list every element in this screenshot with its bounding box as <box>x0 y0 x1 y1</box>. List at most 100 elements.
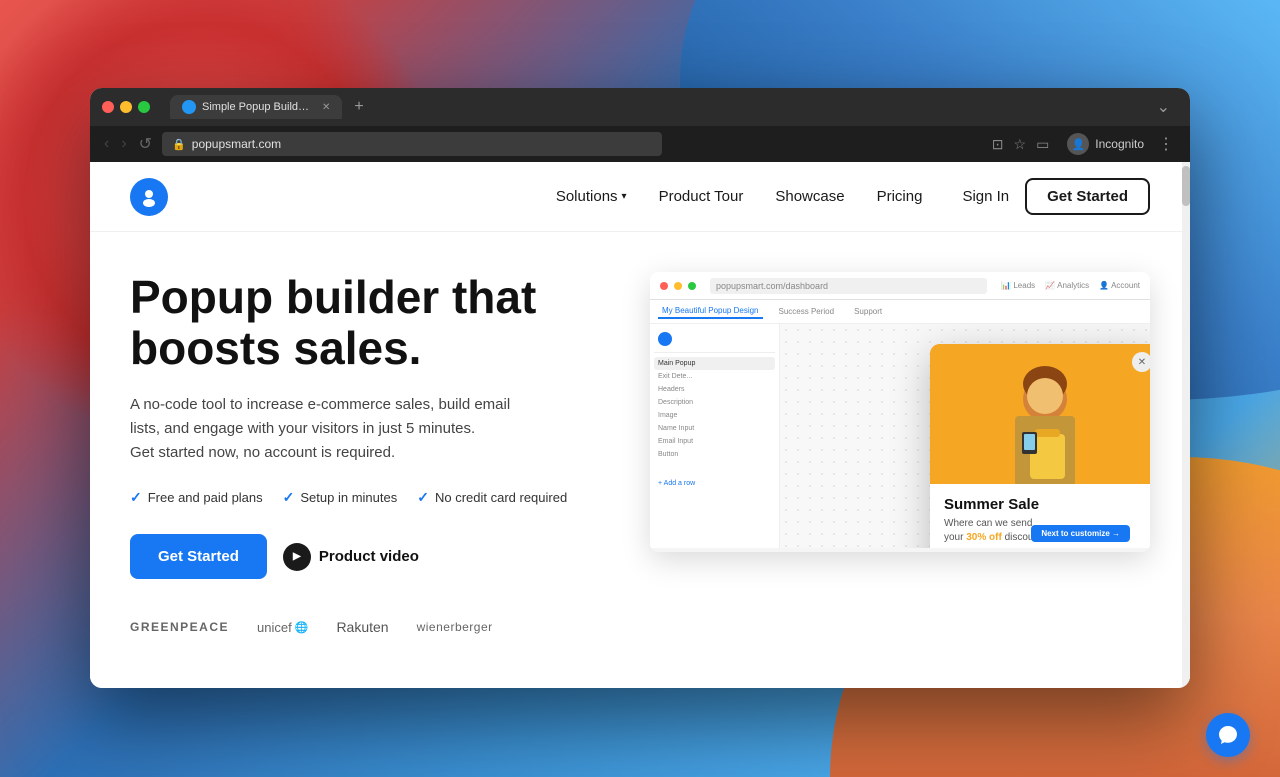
mockup-next-button[interactable]: Next to customize → <box>1031 525 1130 542</box>
incognito-label: Incognito <box>1095 137 1144 151</box>
close-dot[interactable] <box>102 101 114 113</box>
unicef-icon: 🌐 <box>295 621 309 634</box>
sign-in-button[interactable]: Sign In <box>962 188 1009 205</box>
mockup-sidebar-item-1[interactable]: Main Popup <box>654 357 775 370</box>
rakuten-logo: Rakuten <box>336 619 388 635</box>
incognito-area: 👤 Incognito <box>1067 133 1144 155</box>
get-started-nav-button[interactable]: Get Started <box>1025 178 1150 215</box>
new-tab-button[interactable]: + <box>346 96 371 118</box>
tab-title: Simple Popup Builder That Bo... <box>202 101 312 113</box>
mockup-sidebar-item-email[interactable]: Email Input <box>654 435 775 448</box>
mockup-tab-1[interactable]: My Beautiful Popup Design <box>658 304 763 319</box>
mockup-add-row[interactable]: + Add a row <box>654 469 775 493</box>
toolbar-icons: ⊡ ☆ ▭ 👤 Incognito ⋮ <box>992 133 1178 155</box>
hero-section: Popup builder that boosts sales. A no-co… <box>90 232 1190 655</box>
mockup-analytics-tab: 📈 Analytics <box>1045 281 1089 290</box>
window-icon[interactable]: ▭ <box>1036 136 1049 153</box>
mockup-topbar: popupsmart.com/dashboard 📊 Leads 📈 Analy… <box>650 272 1150 300</box>
address-bar-row: ‹ › ↺ 🔒 popupsmart.com ⊡ ☆ ▭ 👤 Incognito… <box>90 126 1190 162</box>
product-mockup: popupsmart.com/dashboard 📊 Leads 📈 Analy… <box>650 272 1150 552</box>
tab-list: Simple Popup Builder That Bo... ✕ + <box>170 95 1149 119</box>
logo[interactable] <box>130 178 168 216</box>
mockup-sidebar-item-image[interactable]: Image <box>654 409 775 422</box>
cast-icon: ⊡ <box>992 136 1004 153</box>
hero-title: Popup builder that boosts sales. <box>130 272 610 373</box>
mockup-minimize-dot <box>674 282 682 290</box>
mockup-account-tab: 👤 Account <box>1099 281 1140 290</box>
reload-button[interactable]: ↺ <box>137 132 154 156</box>
mockup-logo-area <box>654 330 775 353</box>
minimize-dot[interactable] <box>120 101 132 113</box>
unicef-logo: unicef 🌐 <box>257 620 308 635</box>
checkmark-icon-2: ✓ <box>283 489 295 506</box>
chevron-down-icon: ▾ <box>622 191 627 202</box>
mockup-sidebar-item-button[interactable]: Button <box>654 448 775 461</box>
brand-logos: GREENPEACE unicef 🌐 Rakuten wienerberger <box>130 619 610 635</box>
mockup-sidebar: Main Popup Exit Dete... Headers Descript… <box>650 324 780 548</box>
mockup-tabs: My Beautiful Popup Design Success Period… <box>650 300 1150 324</box>
browser-tab-bar: Simple Popup Builder That Bo... ✕ + ⌄ <box>90 88 1190 126</box>
check-item-1: ✓ Free and paid plans <box>130 489 263 506</box>
mockup-canvas: ✕ <box>780 324 1150 548</box>
hero-left: Popup builder that boosts sales. A no-co… <box>130 272 610 635</box>
checkmark-icon-3: ✓ <box>417 489 429 506</box>
solutions-nav-link[interactable]: Solutions ▾ <box>556 188 627 205</box>
mockup-sidebar-item-headers[interactable]: Headers <box>654 383 775 396</box>
popup-preview: ✕ <box>930 344 1150 548</box>
check-item-2: ✓ Setup in minutes <box>283 489 398 506</box>
pricing-nav-link[interactable]: Pricing <box>877 188 923 205</box>
back-button[interactable]: ‹ <box>102 133 111 155</box>
url-text: popupsmart.com <box>192 137 281 151</box>
checkmark-icon-1: ✓ <box>130 489 142 506</box>
mockup-sidebar-item-name[interactable]: Name Input <box>654 422 775 435</box>
wienerberger-logo: wienerberger <box>417 620 493 634</box>
hero-ctas: Get Started ▶ Product video <box>130 534 610 579</box>
mockup-tab-3[interactable]: Support <box>850 305 886 318</box>
nav-links: Solutions ▾ Product Tour Showcase Pricin… <box>556 188 923 205</box>
mockup-sidebar-item-exit[interactable]: Exit Dete... <box>654 370 775 383</box>
navbar: Solutions ▾ Product Tour Showcase Pricin… <box>90 162 1190 232</box>
popup-close-icon[interactable]: ✕ <box>1132 352 1150 372</box>
hero-checks: ✓ Free and paid plans ✓ Setup in minutes… <box>130 489 610 506</box>
traffic-lights <box>102 101 150 113</box>
popup-image <box>930 344 1150 484</box>
address-bar[interactable]: 🔒 popupsmart.com <box>162 132 662 156</box>
forward-button[interactable]: › <box>119 133 128 155</box>
browser-window: Simple Popup Builder That Bo... ✕ + ⌄ ‹ … <box>90 88 1190 688</box>
mockup-leads-tab: 📊 Leads <box>1001 281 1035 290</box>
mockup-logo-dot <box>658 332 672 346</box>
maximize-dot[interactable] <box>138 101 150 113</box>
check-item-3: ✓ No credit card required <box>417 489 567 506</box>
mockup-tab-2[interactable]: Success Period <box>775 305 839 318</box>
nav-actions: Sign In Get Started <box>962 178 1150 215</box>
mockup-maximize-dot <box>688 282 696 290</box>
scrollbar-thumb[interactable] <box>1182 166 1190 206</box>
logo-icon <box>130 178 168 216</box>
incognito-avatar: 👤 <box>1067 133 1089 155</box>
website-content: Solutions ▾ Product Tour Showcase Pricin… <box>90 162 1190 688</box>
scrollbar[interactable] <box>1182 162 1190 688</box>
mockup-nav-actions: 📊 Leads 📈 Analytics 👤 Account <box>1001 281 1140 290</box>
hero-get-started-button[interactable]: Get Started <box>130 534 267 579</box>
browser-menu-button[interactable]: ⋮ <box>1154 134 1178 154</box>
product-tour-nav-link[interactable]: Product Tour <box>659 188 744 205</box>
popup-title: Summer Sale <box>944 496 1146 513</box>
mockup-body: Main Popup Exit Dete... Headers Descript… <box>650 324 1150 548</box>
tab-favicon <box>182 100 196 114</box>
tab-close-icon[interactable]: ✕ <box>322 102 330 113</box>
hero-right: popupsmart.com/dashboard 📊 Leads 📈 Analy… <box>650 272 1150 592</box>
lock-icon: 🔒 <box>172 138 186 151</box>
chat-bubble-button[interactable] <box>1206 713 1250 757</box>
product-video-button[interactable]: ▶ Product video <box>283 543 419 571</box>
mockup-close-dot <box>660 282 668 290</box>
showcase-nav-link[interactable]: Showcase <box>775 188 844 205</box>
window-controls: ⌄ <box>1157 97 1178 117</box>
mockup-urlbar: popupsmart.com/dashboard <box>710 278 987 294</box>
popup-discount: 30% off <box>966 532 1002 543</box>
mockup-sidebar-item-desc[interactable]: Description <box>654 396 775 409</box>
greenpeace-logo: GREENPEACE <box>130 620 229 634</box>
mockup-url: popupsmart.com/dashboard <box>716 281 828 291</box>
bookmark-icon[interactable]: ☆ <box>1014 136 1027 153</box>
active-tab[interactable]: Simple Popup Builder That Bo... ✕ <box>170 95 342 119</box>
hero-subtitle: A no-code tool to increase e-commerce sa… <box>130 393 610 465</box>
